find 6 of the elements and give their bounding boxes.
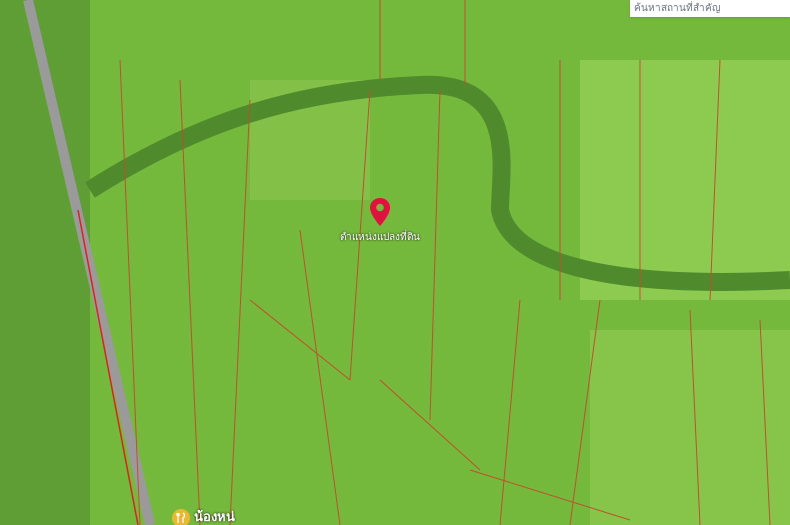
search-field[interactable]: ค้นหาสถานที่สำคัญ bbox=[630, 0, 790, 17]
map-pin-icon[interactable] bbox=[370, 198, 390, 226]
place-label: น้องหน่ bbox=[194, 508, 235, 525]
fork-knife-icon[interactable] bbox=[172, 508, 190, 525]
satellite-map[interactable]: ค้นหาสถานที่สำคัญ ตำแหน่งแปลงที่ดิน น้องหน่ bbox=[0, 0, 790, 525]
pin-label: ตำแหน่งแปลงที่ดิน bbox=[340, 230, 420, 245]
